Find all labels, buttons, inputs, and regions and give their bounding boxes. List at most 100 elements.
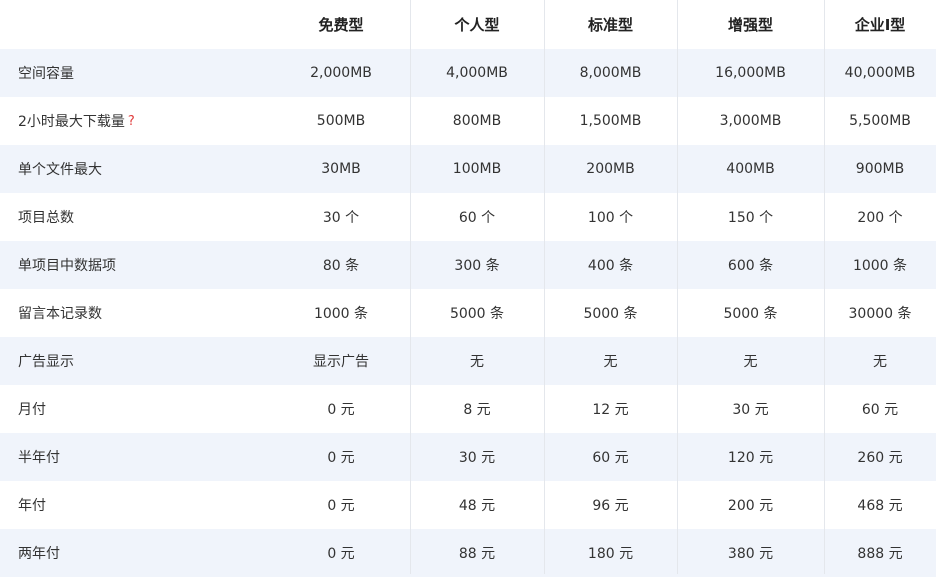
- cell-personal: 800MB: [452, 113, 502, 129]
- row-label-cell: 年付: [0, 481, 272, 529]
- cell-enhanced: 150 个: [727, 210, 774, 226]
- column-divider: [410, 0, 411, 574]
- cell-free: 80 条: [322, 258, 360, 274]
- header-plan-standard: 标准型: [587, 16, 633, 34]
- row-label: 空间容量: [18, 66, 74, 82]
- cell-enhanced: 3,000MB: [719, 113, 782, 129]
- cell-enterprise: 468 元: [857, 498, 903, 514]
- cell-enterprise: 888 元: [857, 546, 903, 562]
- cell-enterprise: 200 个: [857, 210, 903, 226]
- table-row: 广告显示 显示广告 无 无 无 无: [0, 337, 936, 385]
- cell-enhanced: 16,000MB: [715, 65, 786, 81]
- cell-enterprise: 无: [873, 354, 887, 370]
- cell-enterprise: 5,500MB: [849, 113, 911, 129]
- header-label-spacer: [0, 0, 272, 49]
- row-label: 单个文件最大: [18, 162, 102, 178]
- row-label: 单项目中数据项: [18, 258, 116, 274]
- cell-enhanced: 200 元: [727, 498, 774, 514]
- header-plan-enterprise: 企业I型: [854, 16, 906, 34]
- cell-standard: 8,000MB: [579, 65, 642, 81]
- table-row: 两年付 0 元 88 元 180 元 380 元 888 元: [0, 529, 936, 577]
- table-row: 月付 0 元 8 元 12 元 30 元 60 元: [0, 385, 936, 433]
- cell-personal: 8 元: [463, 402, 491, 418]
- cell-enterprise: 60 元: [861, 402, 899, 418]
- table-row: 留言本记录数 1000 条 5000 条 5000 条 5000 条 30000 条: [0, 289, 936, 337]
- cell-enterprise: 260 元: [857, 450, 903, 466]
- row-label-cell: 广告显示: [0, 337, 272, 385]
- cell-personal: 48 元: [458, 498, 496, 514]
- cell-enhanced: 600 条: [727, 258, 774, 274]
- cell-free: 0 元: [327, 402, 355, 418]
- row-label: 2小时最大下载量: [18, 114, 125, 130]
- cell-personal: 30 元: [458, 450, 496, 466]
- cell-personal: 300 条: [454, 258, 500, 274]
- cell-free: 0 元: [327, 546, 355, 562]
- table-row: 空间容量 2,000MB 4,000MB 8,000MB 16,000MB 40,000M…: [0, 49, 936, 97]
- table-header-row: 免费型 个人型 标准型 增强型 企业I型: [0, 0, 936, 49]
- cell-enterprise: 40,000MB: [844, 65, 916, 81]
- row-label-cell: 单个文件最大: [0, 145, 272, 193]
- row-label: 年付: [18, 498, 46, 514]
- cell-free: 0 元: [327, 450, 355, 466]
- row-label: 月付: [18, 402, 46, 418]
- row-label: 项目总数: [18, 210, 74, 226]
- cell-personal: 60 个: [458, 210, 496, 226]
- header-plan-enhanced: 增强型: [727, 16, 773, 34]
- cell-standard: 5000 条: [583, 306, 638, 322]
- cell-free: 显示广告: [313, 354, 369, 370]
- header-plan-personal: 个人型: [454, 16, 500, 34]
- header-plan-free: 免费型: [318, 16, 364, 34]
- row-label: 留言本记录数: [18, 306, 102, 322]
- column-divider: [677, 0, 678, 574]
- table-row: 年付 0 元 48 元 96 元 200 元 468 元: [0, 481, 936, 529]
- cell-enhanced: 无: [743, 354, 758, 370]
- cell-free: 1000 条: [313, 306, 369, 322]
- row-label-cell: 留言本记录数: [0, 289, 272, 337]
- cell-free: 30 个: [322, 210, 360, 226]
- cell-personal: 5000 条: [449, 306, 505, 322]
- cell-personal: 无: [470, 354, 484, 370]
- cell-enhanced: 400MB: [726, 161, 775, 177]
- cell-enterprise: 30000 条: [848, 306, 912, 322]
- row-label-cell: 项目总数: [0, 193, 272, 241]
- table-row: 单个文件最大 30MB 100MB 200MB 400MB 900MB: [0, 145, 936, 193]
- cell-standard: 96 元: [592, 498, 629, 514]
- cell-personal: 88 元: [458, 546, 496, 562]
- cell-free: 2,000MB: [310, 65, 372, 81]
- cell-standard: 无: [603, 354, 618, 370]
- cell-enhanced: 5000 条: [723, 306, 778, 322]
- cell-personal: 4,000MB: [446, 65, 508, 81]
- cell-personal: 100MB: [452, 161, 502, 177]
- cell-standard: 60 元: [592, 450, 629, 466]
- cell-standard: 100 个: [587, 210, 634, 226]
- cell-enterprise: 900MB: [855, 161, 905, 177]
- row-label: 两年付: [18, 546, 60, 562]
- cell-standard: 180 元: [587, 546, 634, 562]
- cell-free: 0 元: [327, 498, 355, 514]
- row-label-cell: 单项目中数据项: [0, 241, 272, 289]
- row-label-cell: 月付: [0, 385, 272, 433]
- pricing-comparison-table: 免费型 个人型 标准型 增强型 企业I型 空间容量 2,000MB 4,000MB 8…: [0, 0, 936, 577]
- cell-standard: 1,500MB: [579, 113, 642, 129]
- table-row: 项目总数 30 个 60 个 100 个 150 个 200 个: [0, 193, 936, 241]
- table-row: 半年付 0 元 30 元 60 元 120 元 260 元: [0, 433, 936, 481]
- table-row: 单项目中数据项 80 条 300 条 400 条 600 条 1000 条: [0, 241, 936, 289]
- column-divider: [544, 0, 545, 574]
- cell-enhanced: 120 元: [727, 450, 774, 466]
- cell-standard: 12 元: [592, 402, 629, 418]
- cell-enterprise: 1000 条: [852, 258, 908, 274]
- row-label-cell: 半年付: [0, 433, 272, 481]
- cell-enhanced: 380 元: [727, 546, 774, 562]
- cell-free: 500MB: [316, 113, 366, 129]
- cell-standard: 400 条: [587, 258, 634, 274]
- cell-standard: 200MB: [586, 161, 635, 177]
- row-label-cell: 两年付: [0, 529, 272, 577]
- row-label-cell: 空间容量: [0, 49, 272, 97]
- column-divider: [824, 0, 825, 574]
- cell-free: 30MB: [321, 161, 361, 177]
- row-label: 广告显示: [18, 354, 74, 370]
- help-question-icon[interactable]: ?: [128, 114, 135, 129]
- row-label: 半年付: [18, 450, 60, 466]
- table-row: 2小时最大下载量? 500MB 800MB 1,500MB 3,000MB 5,500MB: [0, 97, 936, 145]
- row-label-cell: 2小时最大下载量?: [0, 97, 272, 145]
